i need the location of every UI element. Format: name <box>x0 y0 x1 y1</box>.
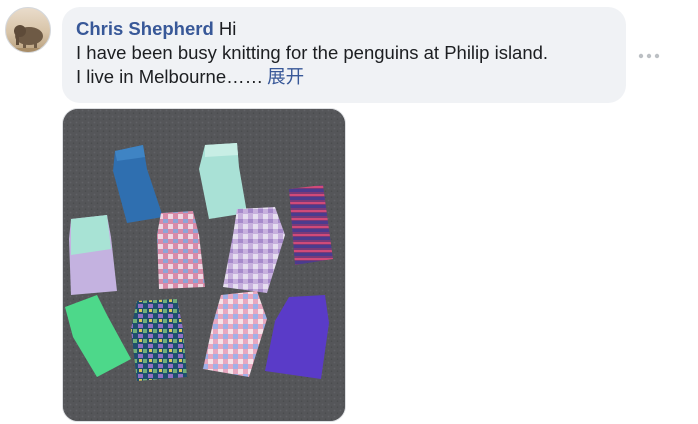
comment-text-line1: Hi <box>218 18 237 39</box>
knitted-jumpers-image <box>63 109 345 421</box>
comment-photo[interactable] <box>62 108 346 422</box>
comment-bubble: Chris Shepherd Hi I have been busy knitt… <box>62 7 626 103</box>
comment-third-line: I live in Melbourne…… 展开 <box>76 65 612 89</box>
more-options-icon <box>638 53 660 59</box>
comment-text-line3: I live in Melbourne…… <box>76 66 264 87</box>
elephant-avatar-icon <box>6 25 50 52</box>
expand-link[interactable]: 展开 <box>267 66 304 87</box>
more-options-button[interactable] <box>636 48 662 64</box>
comment-text-line2: I have been busy knitting for the pengui… <box>76 42 549 63</box>
author-name[interactable]: Chris Shepherd <box>76 18 214 39</box>
jumper-blue-multicolor <box>131 299 187 381</box>
comment-first-line: Chris Shepherd Hi <box>76 17 612 41</box>
avatar[interactable] <box>5 7 51 53</box>
